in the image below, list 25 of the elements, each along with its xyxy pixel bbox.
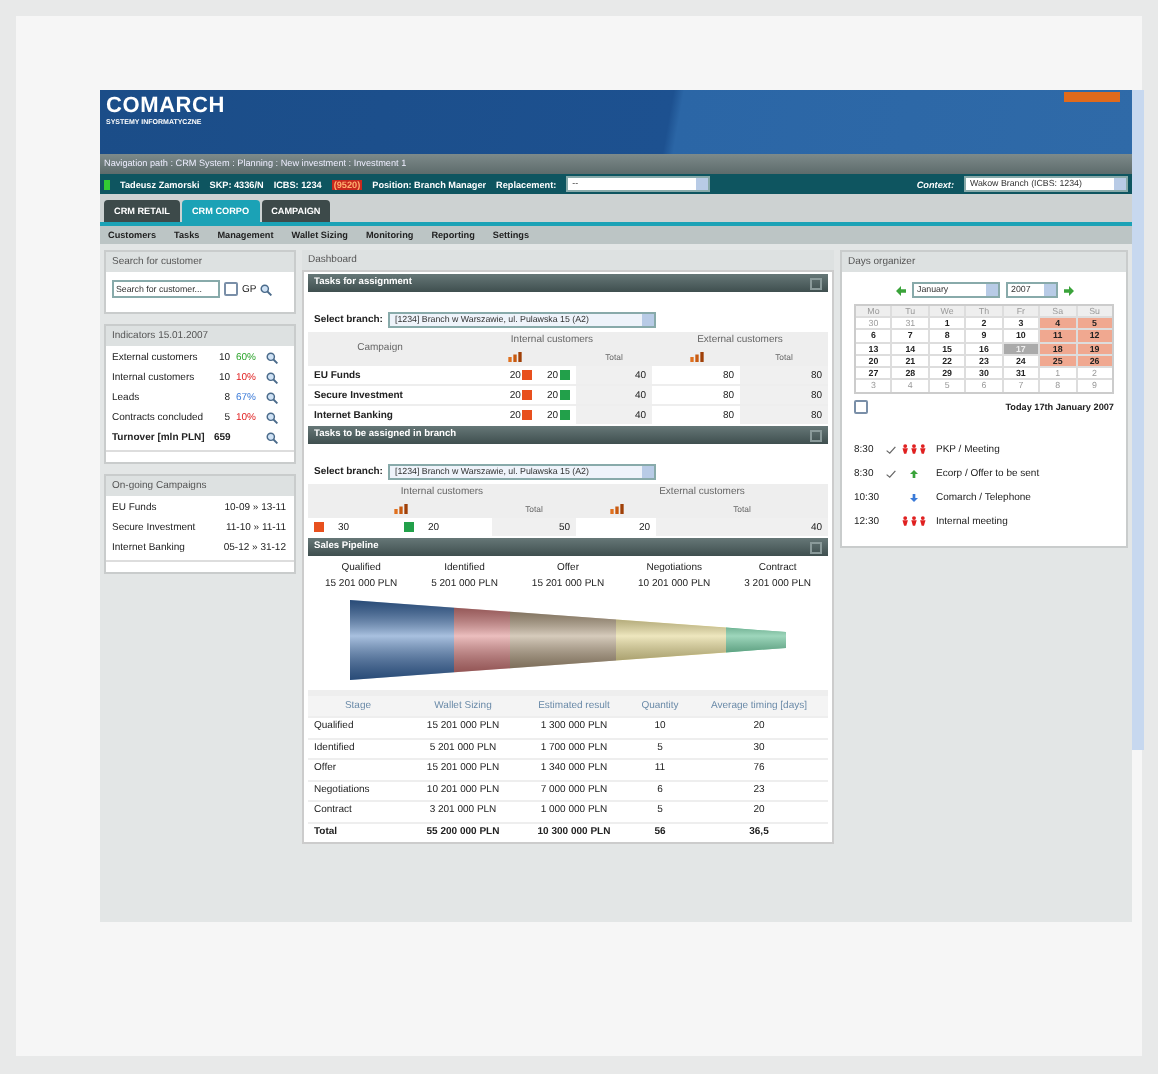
gp-checkbox[interactable]: [224, 282, 238, 296]
previous-arrow-icon[interactable]: [895, 285, 905, 295]
search-icon[interactable]: [266, 432, 278, 444]
bar-chart-icon: [609, 504, 623, 514]
next-arrow-icon[interactable]: [1063, 285, 1073, 295]
collapse-icon[interactable]: [810, 541, 822, 553]
search-icon[interactable]: [266, 392, 278, 404]
status-square-icon[interactable]: [522, 370, 533, 380]
search-icon[interactable]: [266, 412, 278, 424]
collapse-icon[interactable]: [810, 429, 822, 441]
check-icon: [886, 445, 896, 454]
search-icon[interactable]: [260, 283, 273, 295]
search-icon[interactable]: [266, 372, 278, 384]
bar-chart-icon: [393, 504, 407, 514]
bar-chart-icon: [507, 352, 521, 362]
status-square-icon[interactable]: [522, 410, 533, 420]
checkbox[interactable]: [854, 399, 868, 414]
search-icon[interactable]: [266, 352, 278, 364]
scrollbar[interactable]: [1132, 90, 1144, 750]
check-icon: [886, 469, 896, 478]
collapse-icon[interactable]: [810, 277, 822, 289]
logo-text: COMARCH: [106, 96, 226, 118]
bar-chart-icon: [689, 352, 703, 362]
status-icon: [104, 179, 110, 189]
status-square-icon[interactable]: [522, 390, 533, 400]
